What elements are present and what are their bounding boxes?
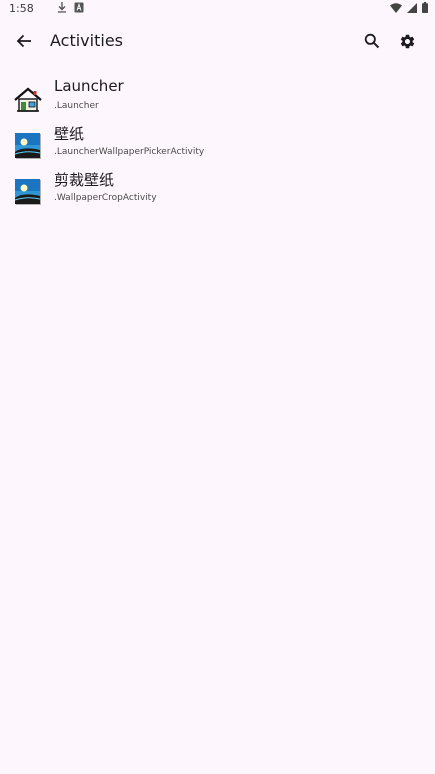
activity-class-name: .WallpaperCropActivity: [54, 193, 157, 203]
page-title: Activities: [50, 31, 123, 50]
status-bar: 1:58: [0, 0, 435, 18]
activity-name: 剪裁壁纸: [54, 171, 115, 189]
list-item[interactable]: 剪裁壁纸 .WallpaperCropActivity: [0, 164, 435, 210]
gear-icon: [400, 34, 414, 48]
activity-class-name: .Launcher: [54, 101, 99, 111]
wifi-icon: [390, 2, 402, 16]
activity-name: Launcher: [54, 77, 124, 95]
house-icon: [13, 85, 43, 115]
list-item[interactable]: Launcher .Launcher: [0, 72, 435, 118]
activity-name: 壁纸: [54, 125, 85, 143]
screen: 1:58 Activities Launcher .Launcher 壁纸 .L…: [0, 0, 435, 774]
back-button[interactable]: [10, 27, 38, 55]
status-time: 1:58: [9, 2, 34, 15]
cell-signal-icon: [407, 2, 417, 16]
wallpaper-image-icon: [13, 177, 43, 207]
app-bar: Activities: [0, 18, 435, 64]
arrow-back-icon: [16, 34, 31, 48]
settings-button[interactable]: [393, 27, 421, 55]
search-icon: [364, 33, 380, 49]
wallpaper-image-icon: [13, 131, 43, 161]
activity-list: Launcher .Launcher 壁纸 .LauncherWallpaper…: [0, 72, 435, 210]
status-system-icons: [390, 2, 428, 16]
activity-class-name: .LauncherWallpaperPickerActivity: [54, 147, 205, 157]
battery-icon: [422, 2, 428, 16]
notification-a-icon: [74, 2, 84, 16]
status-notification-icons: [57, 2, 84, 16]
list-item[interactable]: 壁纸 .LauncherWallpaperPickerActivity: [0, 118, 435, 164]
download-icon: [57, 2, 67, 16]
search-button[interactable]: [358, 27, 386, 55]
